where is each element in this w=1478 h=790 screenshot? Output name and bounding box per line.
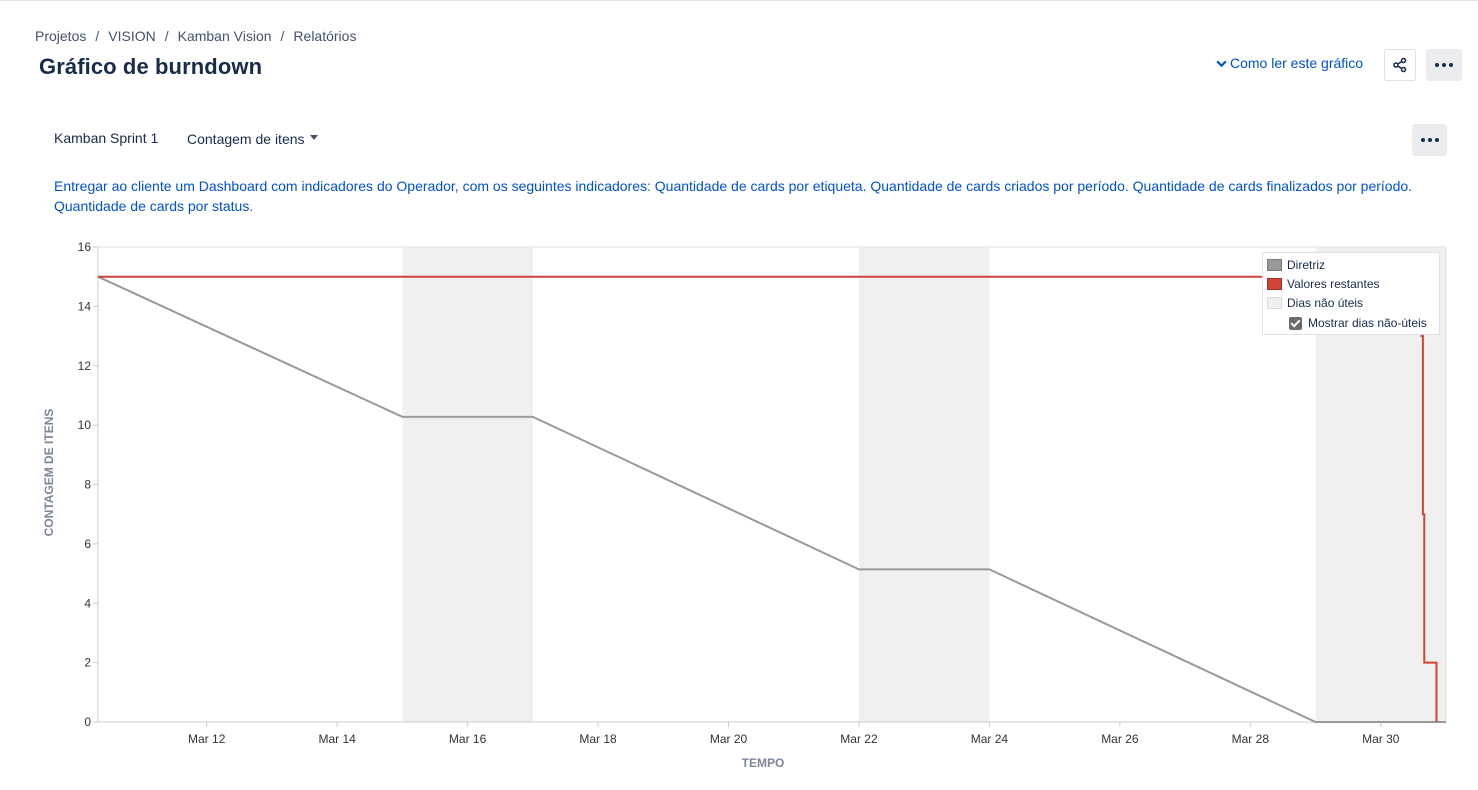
y-tick-label: 8 [84,478,91,492]
y-axis-ticks: 0 2 4 6 8 10 12 14 16 [78,240,98,729]
x-axis-ticks: Mar 12 Mar 14 Mar 16 Mar 18 Mar 20 Mar 22 Mar … [188,722,1400,746]
x-tick-label: Mar 22 [840,732,878,746]
legend-item-non-working[interactable]: Dias não úteis [1267,296,1363,310]
x-tick-label: Mar 16 [449,732,487,746]
breadcrumb-separator: / [164,28,169,44]
plot-frame [97,246,1447,723]
y-tick-label: 14 [78,299,92,313]
breadcrumb-reports[interactable]: Relatórios [293,28,356,44]
show-non-working-toggle[interactable]: Mostrar dias não-úteis [1289,316,1427,330]
chevron-down-icon [1216,60,1227,67]
x-tick-label: Mar 28 [1232,732,1270,746]
y-tick-label: 10 [78,418,92,432]
how-to-read-link[interactable]: Como ler este gráfico [1215,55,1363,71]
legend-swatch-remaining [1267,278,1282,290]
chart-legend: Diretriz Valores restantes Dias não útei… [1262,252,1440,335]
caret-down-icon [309,134,318,140]
sprint-goal: Entregar ao cliente um Dashboard com ind… [54,178,1413,214]
breadcrumb-separator: / [95,28,100,44]
x-tick-label: Mar 30 [1362,732,1400,746]
chart-options-button[interactable] [1412,124,1447,156]
legend-item-remaining[interactable]: Valores restantes [1267,277,1380,291]
share-button[interactable] [1384,49,1416,81]
breadcrumb: Projetos / VISION / Kamban Vision / Relatórios [35,28,356,44]
breadcrumb-separator: / [280,28,285,44]
y-tick-label: 6 [84,537,91,551]
burndown-chart: 0246810121416 Mar 12 Mar 14 Mar 16 Mar 18 Ma… [42,240,1447,770]
non-working-band [402,247,533,722]
x-tick-label: Mar 26 [1101,732,1139,746]
how-to-read-label: Como ler este gráfico [1230,55,1364,71]
top-divider [0,0,1478,1]
y-tick-label: 2 [84,656,91,670]
show-non-working-checkbox[interactable] [1289,316,1302,330]
breadcrumb-board[interactable]: Kamban Vision [178,28,272,44]
x-tick-label: Mar 20 [710,732,748,746]
more-actions-button[interactable] [1426,49,1462,81]
legend-label-guideline: Diretriz [1287,258,1325,272]
y-tick-label: 4 [84,596,91,610]
legend-item-guideline[interactable]: Diretriz [1267,258,1325,272]
x-tick-label: Mar 24 [971,732,1009,746]
estimation-dropdown[interactable]: Contagem de itens [187,131,318,147]
series-line-guideline [97,275,1446,723]
legend-label-remaining: Valores restantes [1287,277,1380,291]
breadcrumb-projects[interactable]: Projetos [35,28,86,44]
legend-swatch-guideline [1267,259,1282,271]
y-tick-label: 16 [78,240,92,254]
estimation-dropdown-label: Contagem de itens [187,131,305,147]
series-layer [97,275,1446,723]
legend-label-non-working: Dias não úteis [1287,296,1364,310]
y-tick-label: 12 [78,359,92,373]
y-axis-title: CONTAGEM DE ITENS [42,409,56,537]
x-axis-title: TEMPO [742,756,785,770]
non-working-band [858,247,990,722]
y-tick-label: 0 [84,715,91,729]
x-tick-label: Mar 12 [188,732,226,746]
x-tick-label: Mar 14 [318,732,356,746]
more-icon [1435,63,1453,67]
show-non-working-label: Mostrar dias não-úteis [1308,316,1427,330]
sprint-selector-label[interactable]: Kamban Sprint 1 [54,130,158,146]
x-tick-label: Mar 18 [579,732,617,746]
legend-swatch-non-working [1267,297,1282,309]
share-icon [1393,57,1407,73]
series-line-remaining [98,275,1438,722]
more-icon [1420,138,1439,142]
page-title: Gráfico de burndown [39,54,263,79]
breadcrumb-project-vision[interactable]: VISION [108,28,155,44]
